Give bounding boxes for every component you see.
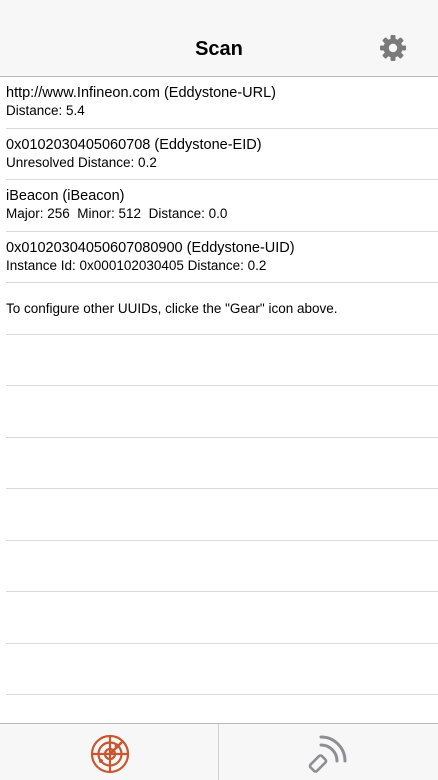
tab-scan[interactable]: [88, 732, 132, 776]
beacon-details: Major: 256 Minor: 512 Distance: 0.0: [6, 206, 228, 221]
broadcast-icon: [308, 735, 347, 773]
configure-uuids-hint: To configure other UUIDs, clicke the "Ge…: [6, 301, 338, 316]
empty-row: [6, 644, 438, 695]
beacon-identifier: iBeacon (iBeacon): [6, 188, 125, 204]
beacon-row-eddystone-eid[interactable]: 0x0102030405060708 (Eddystone-EID) Unres…: [6, 129, 438, 180]
gear-icon[interactable]: [379, 34, 407, 62]
tab-divider: [218, 724, 219, 780]
settings-button[interactable]: [378, 33, 408, 63]
beacon-identifier: 0x0102030405060708 (Eddystone-EID): [6, 136, 262, 153]
beacon-row-eddystone-uid[interactable]: 0x01020304050607080900 (Eddystone-UID) I…: [6, 232, 438, 283]
empty-row: [6, 489, 438, 541]
empty-row: [6, 386, 438, 438]
info-row: To configure other UUIDs, clicke the "Ge…: [6, 283, 438, 335]
empty-row: [6, 592, 438, 644]
beacon-details: Unresolved Distance: 0.2: [6, 154, 157, 170]
beacon-row-eddystone-url[interactable]: http://www.Infineon.com (Eddystone-URL) …: [6, 77, 438, 129]
beacon-details: Instance Id: 0x000102030405 Distance: 0.…: [6, 257, 267, 273]
page-title: Scan: [195, 38, 243, 60]
empty-row: [6, 335, 438, 386]
navigation-bar: Scan: [0, 0, 438, 77]
beacon-identifier: 0x01020304050607080900 (Eddystone-UID): [6, 239, 295, 256]
beacon-details: Distance: 5.4: [6, 103, 85, 118]
tab-bar: [0, 723, 438, 780]
beacon-list: http://www.Infineon.com (Eddystone-URL) …: [0, 77, 438, 695]
beacon-identifier: http://www.Infineon.com (Eddystone-URL): [6, 85, 276, 101]
empty-row: [6, 438, 438, 489]
empty-row: [6, 541, 438, 592]
beacon-row-ibeacon[interactable]: iBeacon (iBeacon) Major: 256 Minor: 512 …: [6, 180, 438, 232]
tab-broadcast[interactable]: [306, 732, 350, 776]
radar-scan-icon: [90, 734, 130, 774]
